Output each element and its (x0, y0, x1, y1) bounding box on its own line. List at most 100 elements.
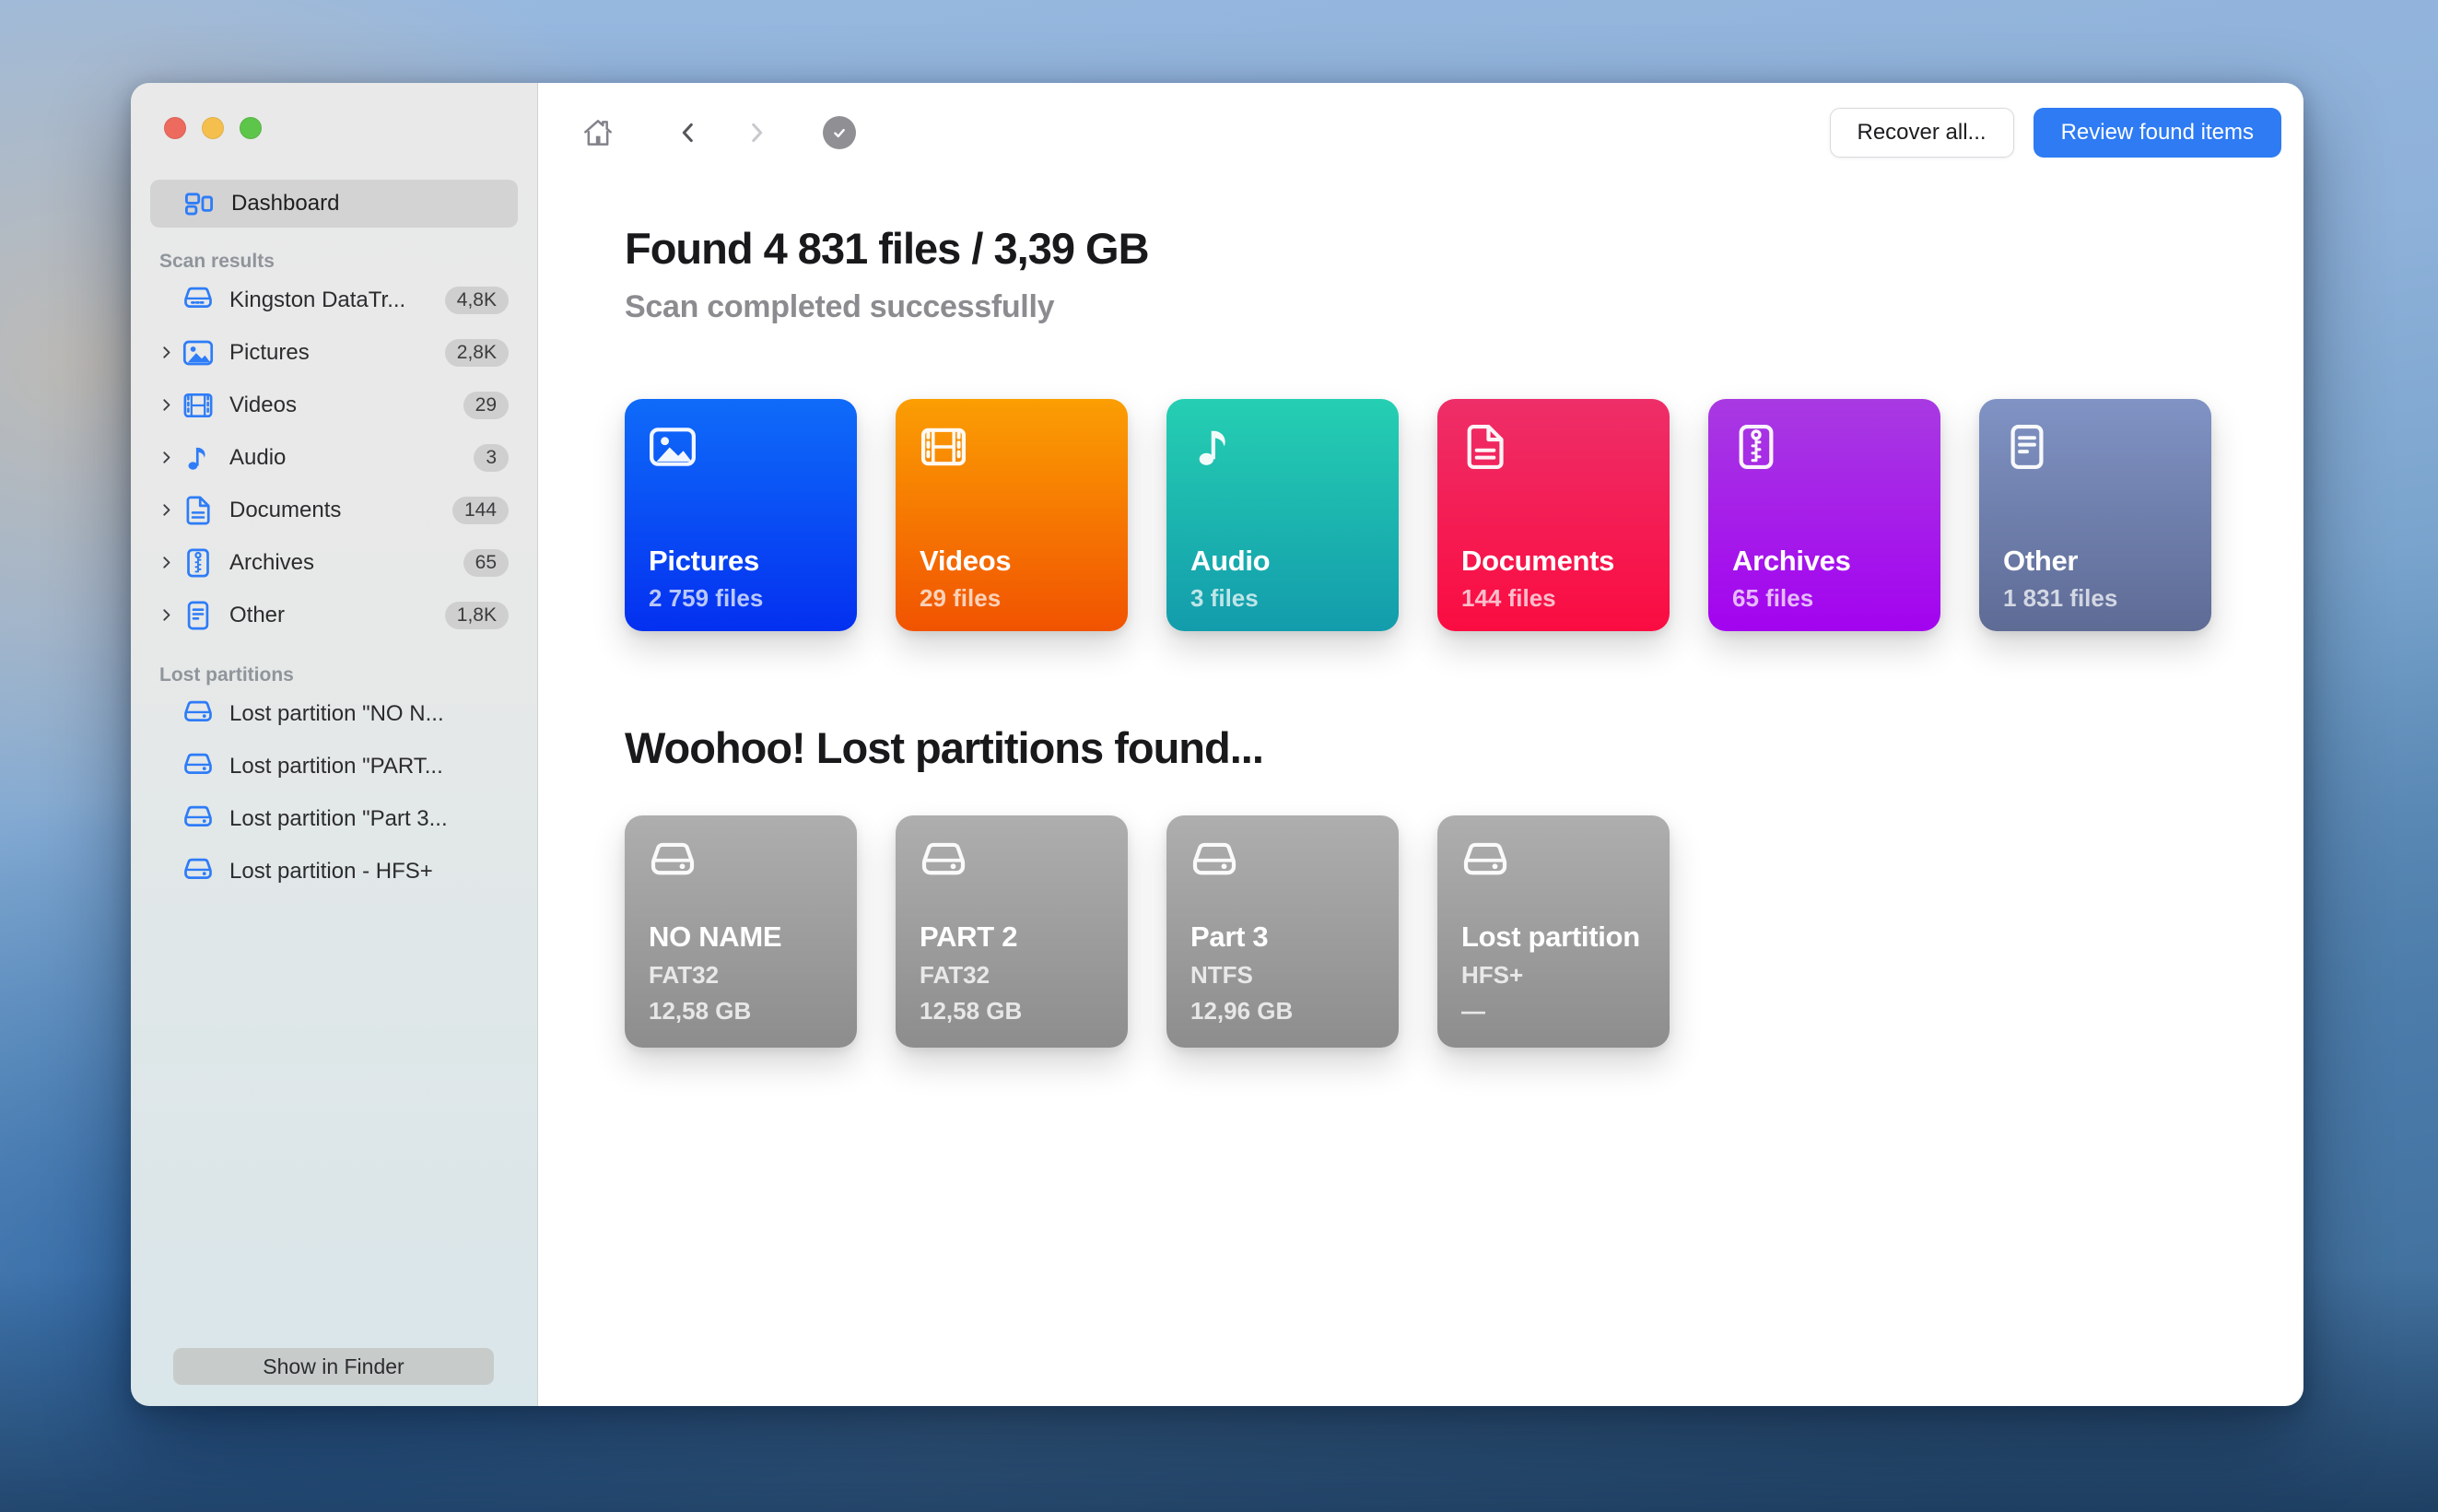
drive-icon (918, 838, 969, 889)
disclosure-spacer (150, 756, 182, 778)
sidebar-item-lost-partition-hfs[interactable]: Lost partition - HFS+ (150, 845, 518, 897)
chevron-right-icon[interactable] (150, 447, 182, 469)
category-file-count: 65 files (1732, 584, 1928, 613)
sidebar-item-lost-partition-part3[interactable]: Lost partition "Part 3... (150, 792, 518, 845)
sidebar-item-audio[interactable]: Audio 3 (150, 431, 518, 484)
pictures-icon (182, 336, 215, 369)
partition-card-no-name[interactable]: NO NAME FAT32 12,58 GB (625, 815, 857, 1048)
back-button[interactable] (675, 120, 701, 146)
disclosure-spacer (150, 703, 182, 725)
sidebar-item-archives[interactable]: Archives 65 (150, 536, 518, 589)
close-button[interactable] (164, 117, 186, 139)
sidebar-item-lost-partition-no-name[interactable]: Lost partition "NO N... (150, 687, 518, 740)
window-controls (164, 117, 262, 139)
partition-name: NO NAME (649, 920, 844, 954)
document-icon (1459, 421, 1511, 473)
partition-name: PART 2 (920, 920, 1115, 954)
count-badge: 3 (474, 444, 509, 472)
category-title: Audio (1190, 545, 1386, 578)
partition-cards-row: NO NAME FAT32 12,58 GB PART 2 FAT32 12,5… (625, 815, 2303, 1048)
partition-name: Part 3 (1190, 920, 1386, 954)
category-card-archives[interactable]: Archives 65 files (1708, 399, 1940, 631)
sidebar-item-lost-partition-part2[interactable]: Lost partition "PART... (150, 740, 518, 792)
partition-card-part3[interactable]: Part 3 NTFS 12,96 GB (1166, 815, 1399, 1048)
audio-note-icon (182, 441, 215, 475)
dashboard-content: Found 4 831 files / 3,39 GB Scan complet… (538, 224, 2303, 1048)
category-card-pictures[interactable]: Pictures 2 759 files (625, 399, 857, 631)
summary-subtitle: Scan completed successfully (625, 288, 2303, 325)
review-found-items-button[interactable]: Review found items (2034, 108, 2281, 158)
sidebar: Dashboard Scan results Kingston DataTr..… (131, 83, 538, 1406)
disclosure-spacer (150, 861, 182, 883)
category-file-count: 29 files (920, 584, 1115, 613)
drive-icon (647, 838, 698, 889)
count-badge: 29 (463, 392, 509, 419)
document-icon (182, 494, 215, 527)
home-button[interactable] (580, 114, 616, 151)
count-badge: 65 (463, 549, 509, 577)
disclosure-spacer (150, 808, 182, 830)
chevron-right-icon[interactable] (150, 394, 182, 416)
category-title: Archives (1732, 545, 1928, 578)
sidebar-item-documents[interactable]: Documents 144 (150, 484, 518, 536)
archive-zip-icon (182, 546, 215, 580)
category-card-other[interactable]: Other 1 831 files (1979, 399, 2211, 631)
show-in-finder-button[interactable]: Show in Finder (173, 1348, 494, 1385)
sidebar-item-pictures[interactable]: Pictures 2,8K (150, 326, 518, 379)
sidebar-item-kingston-drive[interactable]: Kingston DataTr... 4,8K (150, 274, 518, 326)
toolbar: Recover all... Review found items (538, 83, 2303, 182)
zoom-button[interactable] (240, 117, 262, 139)
lost-partitions-section-label: Lost partitions (150, 663, 518, 687)
recover-all-button[interactable]: Recover all... (1830, 108, 2014, 158)
back-chevron-icon (675, 120, 701, 146)
category-title: Documents (1461, 545, 1657, 578)
category-file-count: 144 files (1461, 584, 1657, 613)
chevron-right-icon[interactable] (150, 499, 182, 522)
summary-title: Found 4 831 files / 3,39 GB (625, 224, 2303, 274)
forward-button[interactable] (744, 120, 769, 146)
partition-size: 12,96 GB (1190, 997, 1386, 1026)
drive-icon (182, 750, 215, 783)
scan-complete-check-icon (823, 116, 856, 149)
drive-icon (1459, 838, 1511, 889)
app-window: Dashboard Scan results Kingston DataTr..… (131, 83, 2303, 1406)
drive-icon (1189, 838, 1240, 889)
count-badge: 1,8K (445, 602, 509, 629)
videos-icon (182, 389, 215, 422)
dashboard-icon (183, 188, 215, 219)
sidebar-item-videos[interactable]: Videos 29 (150, 379, 518, 431)
category-title: Videos (920, 545, 1115, 578)
category-card-audio[interactable]: Audio 3 files (1166, 399, 1399, 631)
category-cards-row: Pictures 2 759 files Videos 29 files (625, 399, 2303, 631)
category-title: Other (2003, 545, 2198, 578)
sidebar-item-other[interactable]: Other 1,8K (150, 589, 518, 641)
sidebar-item-dashboard[interactable]: Dashboard (150, 180, 518, 228)
disclosure-spacer (150, 289, 182, 311)
lost-partitions-heading: Woohoo! Lost partitions found... (625, 723, 2303, 773)
partition-filesystem: FAT32 (920, 961, 1115, 990)
scan-results-section-label: Scan results (150, 250, 518, 274)
chevron-right-icon[interactable] (150, 552, 182, 574)
category-card-documents[interactable]: Documents 144 files (1437, 399, 1670, 631)
category-title: Pictures (649, 545, 844, 578)
forward-chevron-icon (744, 120, 769, 146)
category-file-count: 1 831 files (2003, 584, 2198, 613)
partition-name: Lost partition (1461, 920, 1657, 954)
partition-filesystem: HFS+ (1461, 961, 1657, 990)
chevron-right-icon[interactable] (150, 604, 182, 627)
category-file-count: 3 files (1190, 584, 1386, 613)
desktop-wallpaper: Dashboard Scan results Kingston DataTr..… (0, 0, 2438, 1512)
drive-icon (182, 697, 215, 731)
minimize-button[interactable] (202, 117, 224, 139)
sidebar-item-label: Dashboard (231, 191, 339, 217)
partition-size: 12,58 GB (920, 997, 1115, 1026)
audio-note-icon (1189, 421, 1240, 473)
category-card-videos[interactable]: Videos 29 files (896, 399, 1128, 631)
chevron-right-icon[interactable] (150, 342, 182, 364)
drive-icon (182, 855, 215, 888)
partition-card-part2[interactable]: PART 2 FAT32 12,58 GB (896, 815, 1128, 1048)
partition-card-hfs[interactable]: Lost partition HFS+ — (1437, 815, 1670, 1048)
partition-size: — (1461, 997, 1657, 1026)
category-file-count: 2 759 files (649, 584, 844, 613)
drive-icon (182, 284, 215, 317)
